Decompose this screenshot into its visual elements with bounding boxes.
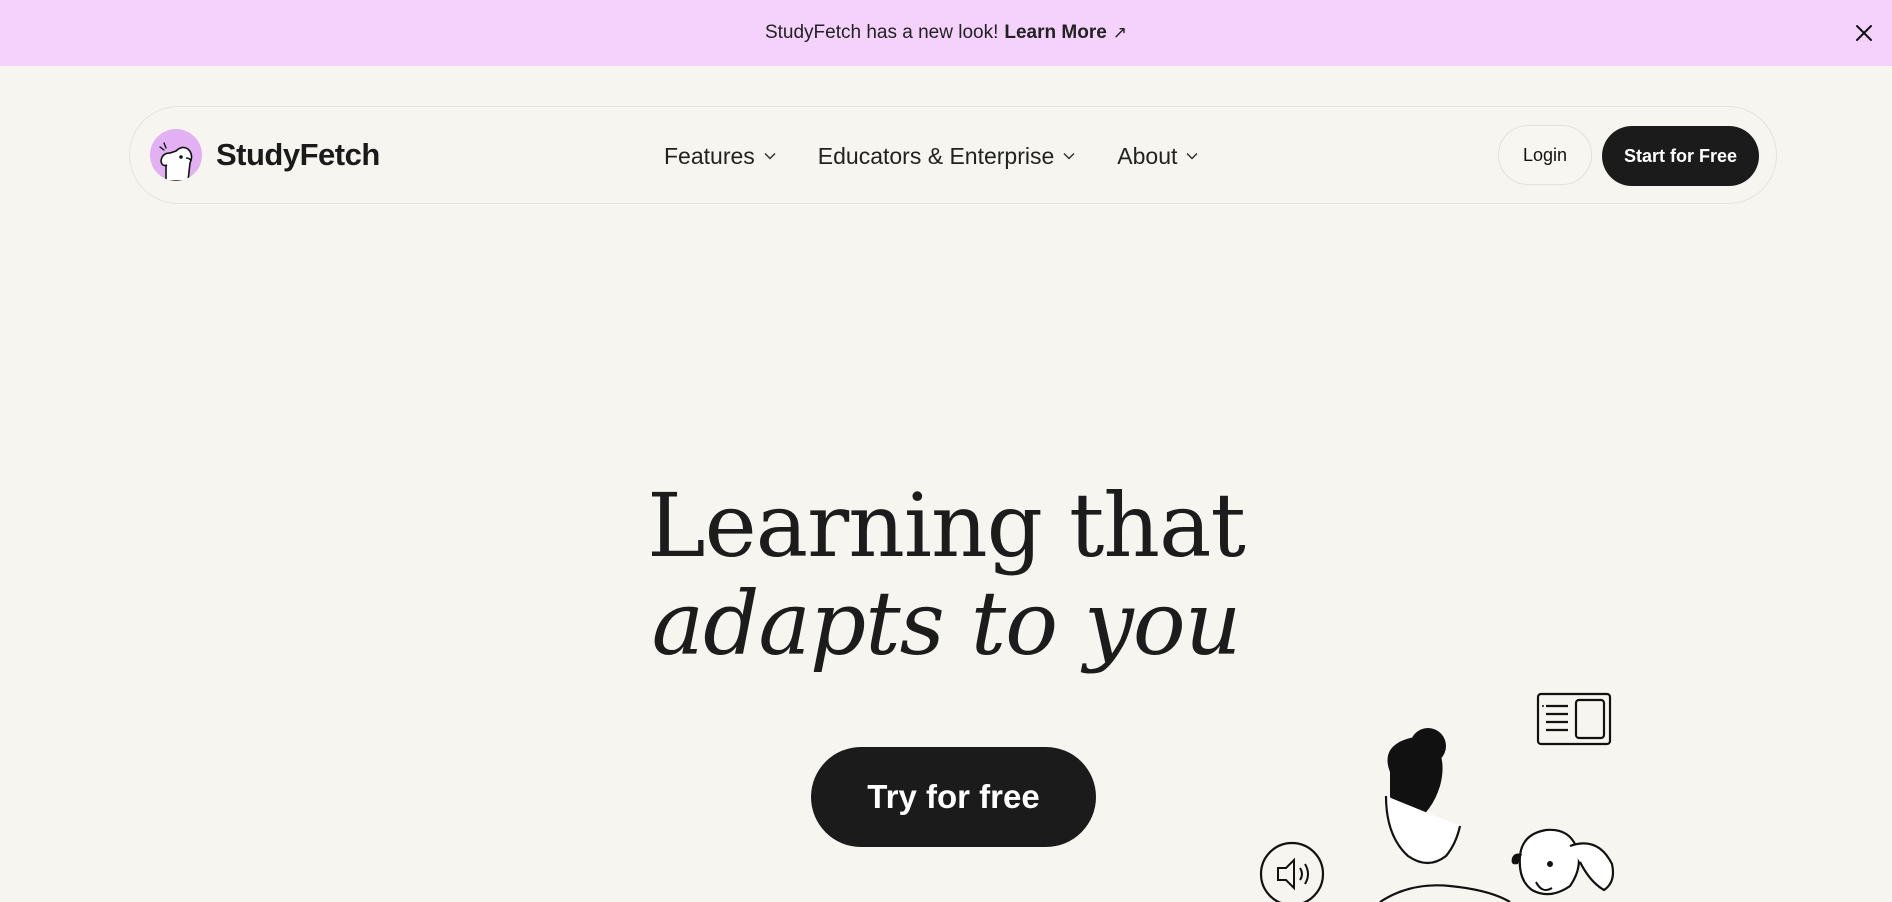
login-button[interactable]: Login <box>1498 125 1592 185</box>
chevron-down-icon <box>1063 152 1075 160</box>
dog-mascot-icon <box>150 129 202 181</box>
audio-bubble-icon <box>1259 841 1325 902</box>
nav-educators-label: Educators & Enterprise <box>817 142 1055 169</box>
flashcard-icon <box>1536 692 1612 746</box>
close-banner-button[interactable] <box>1850 19 1878 47</box>
banner-message: StudyFetch has a new look! <box>764 22 999 43</box>
external-arrow-icon: ↗ <box>1112 23 1128 42</box>
student-character <box>1379 728 1511 902</box>
main-navigation: StudyFetch Features Educators & Enterpri… <box>129 106 1777 204</box>
nav-features-label: Features <box>664 142 755 169</box>
chevron-down-icon <box>1186 152 1198 160</box>
nav-features[interactable]: Features <box>664 143 776 170</box>
close-icon <box>1856 25 1872 41</box>
nav-menu: Features Educators & Enterprise About <box>664 107 1198 205</box>
nav-educators-enterprise[interactable]: Educators & Enterprise <box>818 143 1076 170</box>
learn-more-link[interactable]: Learn More <box>1004 22 1106 44</box>
hero-heading-line2: adapts to you <box>651 572 1242 675</box>
announcement-banner: StudyFetch has a new look! Learn More ↗ <box>0 0 1892 66</box>
nav-about[interactable]: About <box>1117 143 1198 170</box>
chevron-down-icon <box>764 152 776 160</box>
brand-name: StudyFetch <box>216 137 380 172</box>
try-for-free-button[interactable]: Try for free <box>811 747 1096 847</box>
start-for-free-button[interactable]: Start for Free <box>1602 126 1759 186</box>
hero-illustration <box>1250 686 1650 902</box>
dog-character <box>1511 828 1615 896</box>
brand-logo-link[interactable]: StudyFetch <box>150 129 380 181</box>
nav-about-label: About <box>1117 142 1178 169</box>
hero-heading-line1: Learning that <box>647 474 1246 577</box>
